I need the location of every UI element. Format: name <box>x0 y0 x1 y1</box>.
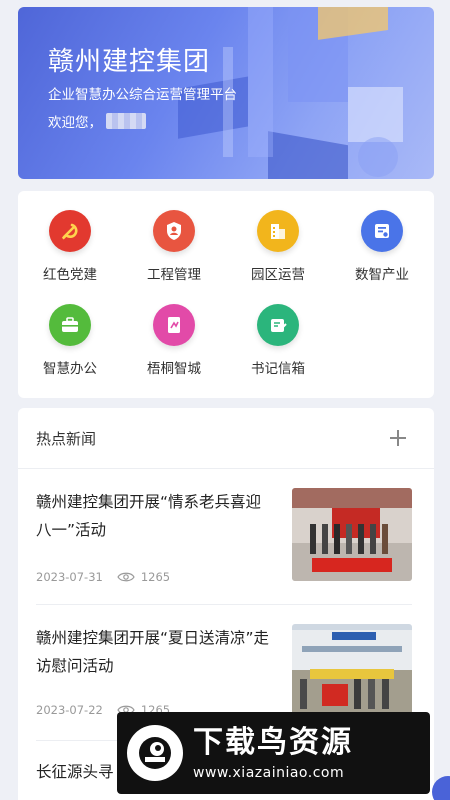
briefcase-icon <box>49 304 91 346</box>
menu-label: 智慧办公 <box>43 361 97 377</box>
menu-item-digital-industry[interactable]: 数智产业 <box>330 210 434 283</box>
report-icon <box>153 304 195 346</box>
menu-label: 书记信箱 <box>251 361 305 377</box>
party-emblem-icon <box>49 210 91 252</box>
menu-label: 红色党建 <box>43 267 97 283</box>
site-watermark: 下载鸟资源 www.xiazainiao.com <box>117 712 430 794</box>
data-doc-icon <box>361 210 403 252</box>
menu-label: 园区运营 <box>251 267 305 283</box>
news-date: 2023-07-22 <box>36 703 103 717</box>
watermark-url: www.xiazainiao.com <box>193 765 345 781</box>
menu-item-project-management[interactable]: 工程管理 <box>122 210 226 283</box>
mail-edit-icon <box>257 304 299 346</box>
menu-label: 工程管理 <box>147 267 201 283</box>
welcome-label: 欢迎您， <box>48 115 102 131</box>
eye-icon <box>117 572 135 582</box>
news-views: 1265 <box>140 570 171 584</box>
menu-item-secretary-mailbox[interactable]: 书记信箱 <box>226 304 330 377</box>
menu-label: 梧桐智城 <box>147 361 201 377</box>
divider <box>36 604 412 605</box>
bird-logo-icon <box>127 725 183 781</box>
news-thumbnail <box>292 624 412 717</box>
feature-menu: 红色党建 工程管理 园区运营 数智产业 智慧办公 梧桐智城 书记信箱 <box>18 191 434 398</box>
news-section-title: 热点新闻 <box>36 429 97 448</box>
watermark-text: 下载鸟资源 www.xiazainiao.com <box>193 725 353 781</box>
shield-user-icon <box>153 210 195 252</box>
menu-label: 数智产业 <box>355 267 409 283</box>
news-title: 赣州建控集团开展“情系老兵喜迎八一”活动 <box>36 493 262 539</box>
news-item[interactable]: 赣州建控集团开展“情系老兵喜迎八一”活动 2023-07-31 1265 <box>36 488 412 593</box>
building-icon <box>257 210 299 252</box>
news-header: 热点新闻 <box>18 408 434 469</box>
menu-item-wutong-smart-city[interactable]: 梧桐智城 <box>122 304 226 377</box>
blurred-username <box>106 113 146 129</box>
news-meta: 2023-07-31 1265 <box>36 570 170 584</box>
news-date: 2023-07-31 <box>36 570 103 584</box>
news-title: 赣州建控集团开展“夏日送清凉”走访慰问活动 <box>36 629 270 675</box>
menu-item-park-operation[interactable]: 园区运营 <box>226 210 330 283</box>
floating-action-button[interactable] <box>432 776 450 800</box>
header-banner: 赣州建控集团 企业智慧办公综合运营管理平台 欢迎您， <box>18 7 434 179</box>
watermark-title: 下载鸟资源 <box>193 725 353 760</box>
plus-icon[interactable] <box>390 430 406 446</box>
menu-item-smart-office[interactable]: 智慧办公 <box>18 304 122 377</box>
banner-title: 赣州建控集团 <box>48 47 211 77</box>
menu-item-red-party-building[interactable]: 红色党建 <box>18 210 122 283</box>
news-thumbnail <box>292 488 412 581</box>
banner-subtitle: 企业智慧办公综合运营管理平台 <box>48 87 237 103</box>
welcome-text: 欢迎您， <box>48 111 146 131</box>
